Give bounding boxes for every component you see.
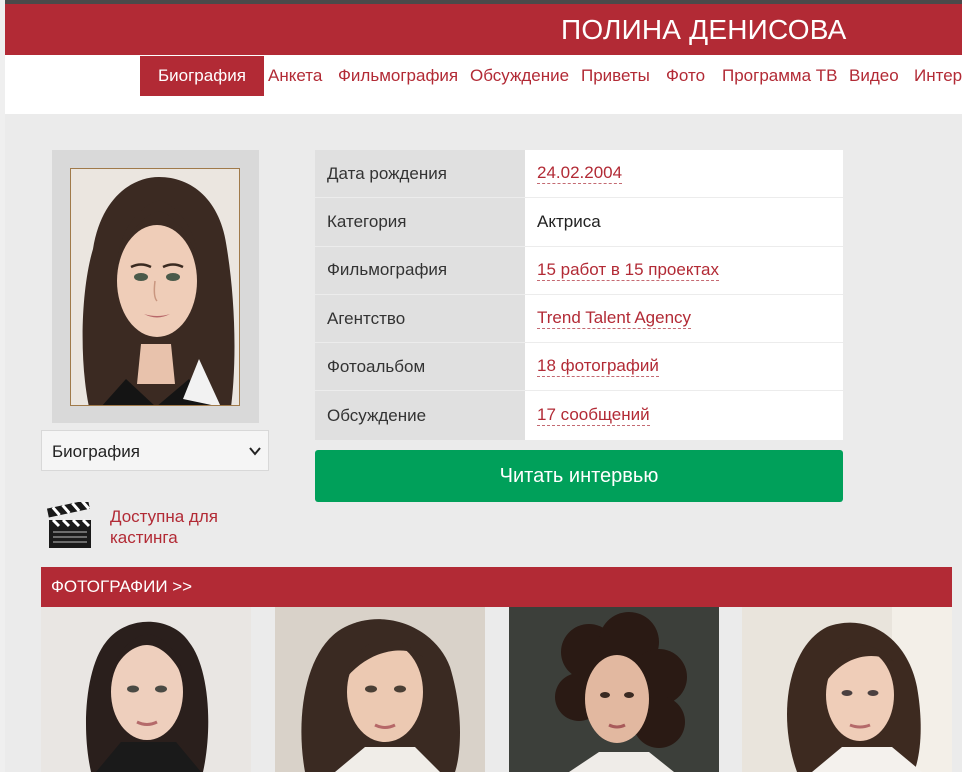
tab-interview[interactable]: Интервью: [914, 56, 962, 96]
info-key: Фотоальбом: [315, 343, 525, 391]
info-key: Фильмография: [315, 246, 525, 294]
tab-photo[interactable]: Фото: [666, 56, 705, 96]
photos-section-header[interactable]: ФОТОГРАФИИ >>: [41, 567, 952, 607]
photo-thumbnail[interactable]: [742, 607, 952, 772]
clapperboard-icon: [46, 502, 91, 548]
casting-label: Доступна для кастинга: [110, 507, 218, 547]
page-header: ПОЛИНА ДЕНИСОВА: [5, 4, 962, 55]
info-row-birthdate: Дата рождения 24.02.2004: [315, 150, 843, 199]
profile-info-table: Дата рождения 24.02.2004 Категория Актри…: [315, 150, 843, 440]
birthdate-link[interactable]: 24.02.2004: [537, 163, 623, 185]
tab-profile[interactable]: Анкета: [268, 56, 322, 96]
read-interview-button[interactable]: Читать интервью: [315, 450, 843, 502]
tab-filmography[interactable]: Фильмография: [338, 56, 458, 96]
info-row-discussion: Обсуждение 17 сообщений: [315, 391, 843, 440]
casting-availability[interactable]: Доступна для кастинга: [45, 502, 275, 562]
discussion-link[interactable]: 17 сообщений: [537, 405, 650, 427]
section-select-value: Биография: [52, 442, 140, 461]
info-key: Категория: [315, 198, 525, 246]
agency-link[interactable]: Trend Talent Agency: [537, 308, 692, 330]
tab-discussion[interactable]: Обсуждение: [470, 56, 569, 96]
photoalbum-link[interactable]: 18 фотографий: [537, 356, 659, 378]
filmography-link[interactable]: 15 работ в 15 проектах: [537, 260, 720, 281]
photo-thumbnail[interactable]: [41, 607, 251, 772]
main-photo-frame: [52, 150, 259, 423]
actress-portrait[interactable]: [70, 168, 240, 406]
section-select[interactable]: Биография: [41, 430, 269, 471]
info-key: Обсуждение: [315, 391, 525, 440]
tab-video[interactable]: Видео: [849, 56, 899, 96]
category-value: Актриса: [537, 211, 601, 231]
info-row-filmography: Фильмография 15 работ в 15 проектах: [315, 246, 843, 295]
profile-nav: Биография Анкета Фильмография Обсуждение…: [5, 55, 962, 114]
page-title: ПОЛИНА ДЕНИСОВА: [561, 14, 847, 45]
main-content: Биография Доступна для кастинга Дата рож…: [5, 114, 962, 772]
chevron-down-icon: [249, 447, 261, 456]
info-key: Дата рождения: [315, 150, 525, 198]
tab-biography[interactable]: Биография: [140, 56, 264, 96]
photo-thumbnail[interactable]: [275, 607, 485, 772]
tab-greetings[interactable]: Приветы: [581, 56, 650, 96]
info-row-agency: Агентство Trend Talent Agency: [315, 294, 843, 344]
tab-tv-program[interactable]: Программа ТВ: [722, 56, 838, 96]
info-row-photoalbum: Фотоальбом 18 фотографий: [315, 343, 843, 392]
info-row-category: Категория Актриса: [315, 198, 843, 247]
photo-thumbnail[interactable]: [509, 607, 719, 772]
info-key: Агентство: [315, 294, 525, 343]
